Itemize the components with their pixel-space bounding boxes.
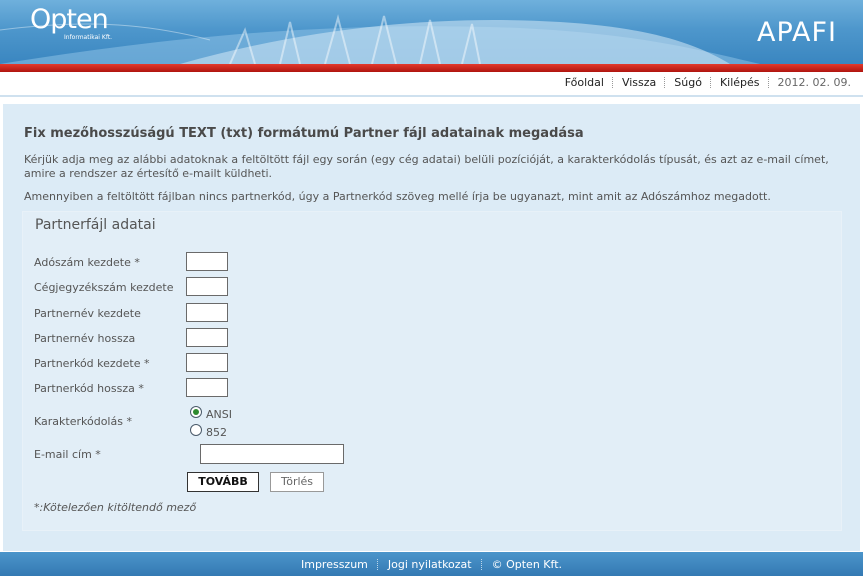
footer-legal-link[interactable]: Jogi nyilatkozat [379, 558, 481, 571]
opten-logo[interactable]: Opten [30, 4, 109, 35]
nav-divider [0, 95, 863, 97]
footer-imprint-link[interactable]: Impresszum [292, 558, 377, 571]
clear-button[interactable]: Törlés [270, 472, 324, 492]
form-title: Partnerfájl adatai [35, 217, 156, 233]
partner-file-form: Partnerfájl adatai Adószám kezdete * Cég… [22, 211, 842, 531]
top-navigation: Főoldal Vissza Súgó Kilépés 2012. 02. 09… [0, 72, 863, 95]
name-start-input[interactable] [186, 303, 228, 322]
email-field[interactable] [200, 444, 344, 464]
reg-start-label: Cégjegyzékszám kezdete [34, 281, 174, 294]
email-label: E-mail cím * [34, 448, 101, 461]
encoding-852-label: 852 [206, 426, 227, 439]
code-length-label: Partnerkód hossza * [34, 382, 144, 395]
name-length-input[interactable] [186, 328, 228, 347]
tax-start-label: Adószám kezdete * [34, 256, 140, 269]
code-start-label: Partnerkód kezdete * [34, 357, 150, 370]
reg-start-input[interactable] [186, 277, 228, 296]
name-start-label: Partnernév kezdete [34, 307, 141, 320]
nav-home-link[interactable]: Főoldal [557, 76, 612, 89]
red-accent-bar [0, 64, 863, 72]
main-content: Fix mezőhosszúságú TEXT (txt) formátumú … [3, 104, 860, 551]
encoding-ansi-radio[interactable] [190, 406, 202, 418]
required-field-note: *:Kötelezően kitöltendő mező [34, 501, 197, 514]
header-banner: Opten Informatikai Kft. APAFI [0, 0, 863, 64]
intro-paragraph: Kérjük adja meg az alábbi adatoknak a fe… [24, 153, 829, 180]
encoding-ansi-label: ANSI [206, 408, 232, 421]
partner-code-hint: Amennyiben a feltöltött fájlban nincs pa… [24, 190, 771, 203]
footer-copyright-link[interactable]: © Opten Kft. [483, 558, 571, 571]
next-button[interactable]: TOVÁBB [187, 472, 259, 492]
header-swoosh-graphic [0, 14, 760, 64]
page-title: Fix mezőhosszúságú TEXT (txt) formátumú … [24, 126, 584, 141]
name-length-label: Partnernév hossza [34, 332, 136, 345]
code-length-input[interactable] [186, 378, 228, 397]
nav-logout-link[interactable]: Kilépés [712, 76, 768, 89]
encoding-label: Karakterkódolás * [34, 415, 132, 428]
tax-start-input[interactable] [186, 252, 228, 271]
nav-back-link[interactable]: Vissza [614, 76, 664, 89]
opten-logo-subtitle: Informatikai Kft. [64, 34, 113, 41]
code-start-input[interactable] [186, 353, 228, 372]
encoding-852-radio[interactable] [190, 424, 202, 436]
nav-help-link[interactable]: Súgó [666, 76, 710, 89]
footer: Impresszum Jogi nyilatkozat © Opten Kft. [0, 552, 863, 576]
current-date: 2012. 02. 09. [777, 76, 851, 89]
app-name: APAFI [757, 17, 837, 48]
